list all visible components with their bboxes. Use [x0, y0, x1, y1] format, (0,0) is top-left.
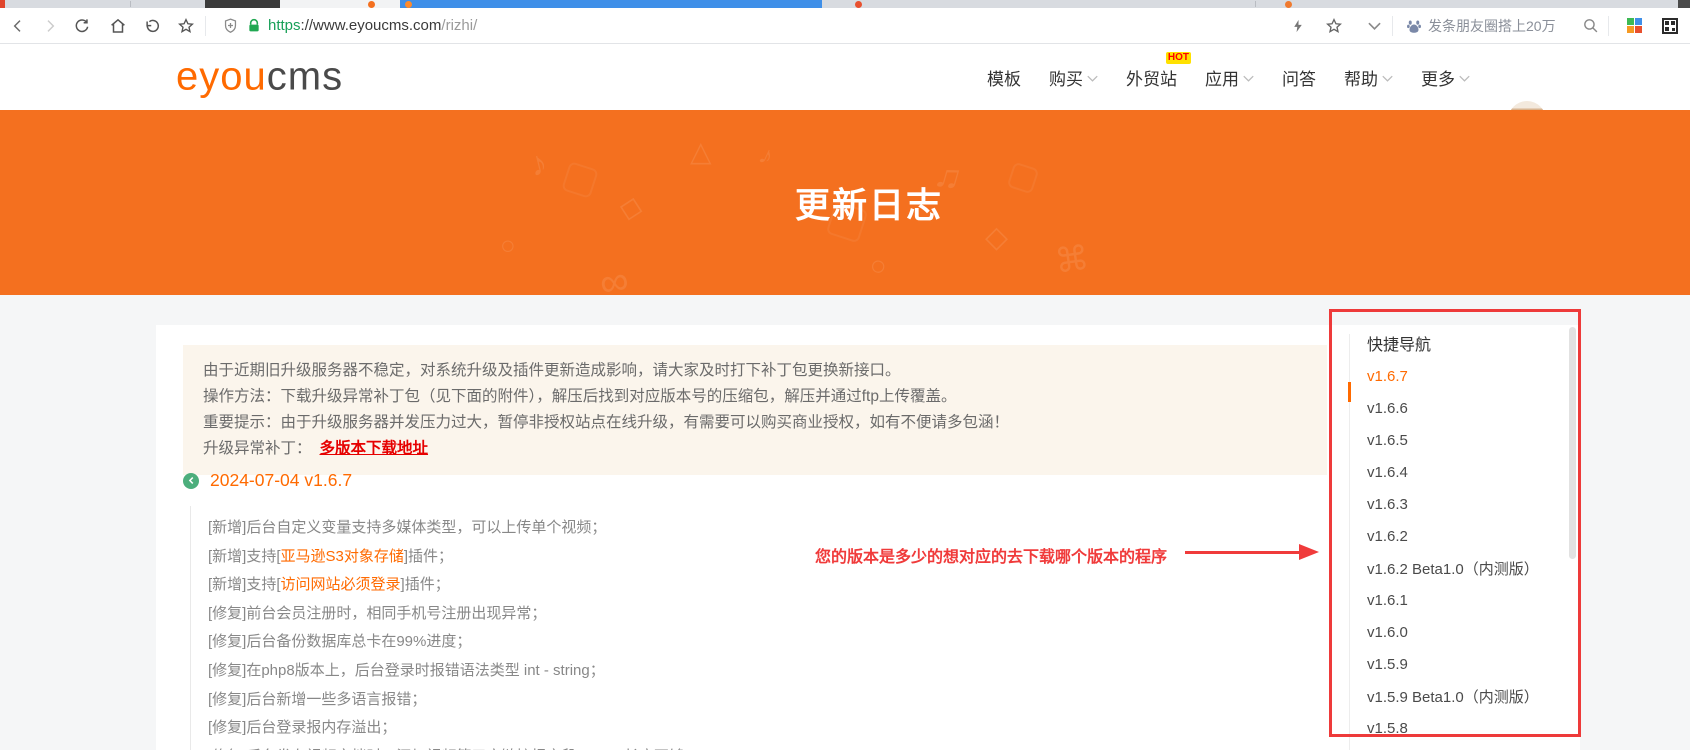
- nav-item-help[interactable]: 帮助: [1344, 65, 1393, 90]
- baidu-paw-icon: [1402, 14, 1426, 38]
- chevron-down-icon: [1087, 75, 1098, 82]
- lock-icon: [242, 14, 266, 38]
- changelog-item: [新增]后台自定义变量支持多媒体类型，可以上传单个视频；: [208, 519, 607, 536]
- nav-item-apps[interactable]: 应用: [1205, 65, 1254, 90]
- tab-favicon: [1678, 0, 1690, 8]
- address-bar[interactable]: https://www.eyoucms.com/rizhi/: [268, 8, 477, 43]
- home-icon[interactable]: [106, 14, 130, 38]
- page-title: 更新日志: [794, 186, 943, 225]
- notice-line: 操作方法：下载升级异常补丁包（见下面的附件），解压后找到对应版本号的压缩包，解压…: [203, 388, 957, 405]
- tab-favicon: [0, 0, 5, 8]
- nav-item-foreign-trade[interactable]: 外贸站 HOT: [1126, 51, 1191, 90]
- undo-icon[interactable]: [140, 14, 164, 38]
- nav-item-templates[interactable]: 模板: [987, 65, 1021, 90]
- chevron-down-icon: [1243, 75, 1254, 82]
- banner-pattern-glyph: △: [690, 136, 712, 167]
- changelog-item: [修复]后台备份数据库总卡在99%进度；: [208, 633, 472, 651]
- browser-tab-active[interactable]: [400, 0, 822, 8]
- tab-favicon: [368, 1, 375, 8]
- banner-pattern-glyph: ♪: [754, 138, 779, 172]
- browser-tab-strip: [0, 0, 1690, 8]
- timeline-line: [190, 506, 191, 750]
- nav-item-buy[interactable]: 购买: [1049, 65, 1098, 90]
- nav-item-qa[interactable]: 问答: [1282, 65, 1316, 90]
- notice-box: 由于近期旧升级服务器不稳定，对系统升级及插件更新造成影响，请大家及时打下补丁包更…: [183, 345, 1327, 475]
- toolbar-divider: [1392, 16, 1393, 36]
- shield-icon[interactable]: [218, 14, 242, 38]
- site-header: eyoucms 模板 购买 外贸站 HOT 应用 问答 帮助 更多: [0, 44, 1690, 146]
- changelog-date-title: 2024-07-04 v1.6.7: [210, 470, 353, 490]
- download-link[interactable]: 多版本下载地址: [320, 440, 429, 457]
- banner-pattern-glyph: ∞: [596, 257, 633, 295]
- toolbar-divider: [205, 16, 206, 36]
- main-nav: 模板 购买 外贸站 HOT 应用 问答 帮助 更多: [987, 44, 1470, 110]
- changelog-entry-header: 2024-07-04 v1.6.7: [183, 470, 352, 491]
- favorite-star-icon[interactable]: [174, 14, 198, 38]
- annotation-highlight-box: [1329, 309, 1581, 737]
- url-protocol: https: [268, 17, 301, 34]
- forward-icon[interactable]: [38, 14, 62, 38]
- changelog-item: [修复]前台会员注册时，相同手机号注册出现异常；: [208, 604, 547, 622]
- browser-tab[interactable]: [205, 0, 280, 8]
- refresh-icon[interactable]: [70, 14, 94, 38]
- version-badge-icon: [183, 472, 199, 489]
- annotation-arrow-icon: [1185, 544, 1319, 560]
- logo-text-gray: cms: [266, 54, 344, 99]
- url-host: ://www.eyoucms.com: [300, 17, 442, 34]
- changelog-item: [修复]在php8版本上，后台登录时报错语法类型 int - string；: [208, 661, 605, 679]
- toolbar-divider: [1608, 16, 1609, 36]
- changelog-item: [修复]后台新增一些多语言报错；: [208, 690, 427, 708]
- qr-code-icon[interactable]: [1658, 14, 1682, 38]
- url-path: /rizhi/: [441, 17, 478, 34]
- eyoucms-logo[interactable]: eyoucms: [176, 55, 343, 100]
- changelog-item: [修复]后台发布视频文档时，添加视频第三方链接报字段file_ext长度不够；: [208, 743, 968, 750]
- notice-line: 重要提示：由于升级服务器并发压力过大，暂停非授权站点在线升级，有需要可以购买商业…: [203, 414, 1010, 431]
- tab-divider: [1255, 1, 1256, 7]
- nav-item-more[interactable]: 更多: [1421, 65, 1470, 90]
- changelog-item: [修复]后台登录报内存溢出；: [208, 719, 397, 737]
- logo-text-orange: eyou: [176, 54, 267, 99]
- browser-tab[interactable]: [280, 0, 400, 8]
- chevron-down-icon: [1382, 75, 1393, 82]
- page-banner: ♪ ◇ △ ∞ ♫ ◇ ⌘ ○ ○ ♪ 更新日志: [0, 110, 1690, 295]
- banner-pattern-glyph: ○: [500, 230, 516, 260]
- annotation-text: 您的版本是多少的想对应的去下载哪个版本的程序: [815, 549, 1168, 566]
- tab-divider: [130, 1, 131, 7]
- banner-pattern-glyph: ○: [865, 248, 892, 283]
- back-icon[interactable]: [6, 14, 30, 38]
- tab-favicon: [405, 1, 412, 8]
- notice-line: 由于近期旧升级服务器不稳定，对系统升级及插件更新造成影响，请大家及时打下补丁包更…: [203, 362, 901, 379]
- search-icon[interactable]: [1578, 14, 1602, 38]
- bookmark-star-icon[interactable]: [1322, 14, 1346, 38]
- tab-favicon: [855, 1, 862, 8]
- search-input[interactable]: [1428, 14, 1576, 38]
- chevron-down-icon: [1459, 75, 1470, 82]
- chevron-down-icon[interactable]: [1362, 14, 1386, 38]
- banner-pattern-glyph: ⌘: [1052, 238, 1092, 282]
- tab-favicon: [1285, 1, 1292, 8]
- hot-badge: HOT: [1165, 51, 1191, 64]
- browser-toolbar: https://www.eyoucms.com/rizhi/: [0, 8, 1690, 44]
- changelog-item: [新增]支持[访问网站必须登录]插件；: [208, 576, 450, 594]
- patch-label: 升级异常补丁：: [203, 440, 312, 457]
- apps-grid-icon[interactable]: [1622, 14, 1646, 38]
- lightning-icon[interactable]: [1286, 14, 1310, 38]
- notice-line: 升级异常补丁： 多版本下载地址: [203, 436, 1307, 462]
